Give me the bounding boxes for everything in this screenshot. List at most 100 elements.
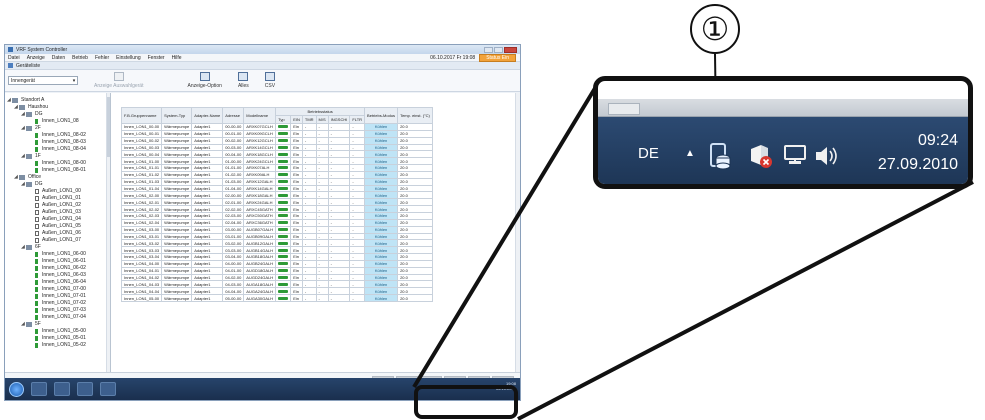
menu-item[interactable]: Anzeige xyxy=(27,55,45,61)
tree-node[interactable]: Außen_LON1_06 xyxy=(5,230,110,237)
tree-node[interactable]: Innen_LON1_06-00 xyxy=(5,251,110,258)
tree-node[interactable]: ◢ Office xyxy=(5,174,110,181)
column-header[interactable]: FLTR xyxy=(349,115,366,124)
taskbar-explorer-icon[interactable] xyxy=(54,382,70,396)
column-header[interactable]: Adapter-Name xyxy=(191,107,224,124)
tree-node[interactable]: ◢ DG xyxy=(5,111,110,118)
table-row[interactable]: Innen_LON1_04-00 Wärmepumpe Adapter1 04-00-… xyxy=(120,259,433,268)
tree-node[interactable]: Innen_LON1_08 xyxy=(5,118,110,125)
taskbar-ie-icon[interactable] xyxy=(31,382,47,396)
tree-node[interactable]: Innen_LON1_08-03 xyxy=(5,139,110,146)
tree-node[interactable]: ◢ Haushou xyxy=(5,104,110,111)
table-row[interactable]: Innen_LON1_00-00 Wärmepumpe Adapter1 00-00-… xyxy=(120,123,433,131)
menu-item[interactable]: Fehler xyxy=(95,55,109,61)
tree-node[interactable]: ◢ 5F xyxy=(5,321,110,328)
column-header[interactable]: TMR xyxy=(301,115,317,124)
tree-node[interactable]: Außen_LON1_07 xyxy=(5,237,110,244)
menu-item[interactable]: Einstellung xyxy=(116,55,140,61)
tree-scrollbar[interactable] xyxy=(106,93,110,372)
tree-node[interactable]: Innen_LON1_06-04 xyxy=(5,279,110,286)
tray-clock[interactable]: 09:24 27.09.2010 xyxy=(878,129,958,177)
tree-node[interactable]: Außen_LON1_03 xyxy=(5,209,110,216)
tree-node[interactable]: Innen_LON1_07-04 xyxy=(5,314,110,321)
menu-item[interactable]: Hilfe xyxy=(172,55,182,61)
minimize-button[interactable] xyxy=(484,46,493,53)
table-row[interactable]: Innen_LON1_04-02 Wärmepumpe Adapter1 04-02-… xyxy=(120,273,433,282)
column-header[interactable]: F.B.Gruppenname xyxy=(120,107,163,124)
table-row[interactable]: Innen_LON1_03-02 Wärmepumpe Adapter1 03-02-… xyxy=(120,239,433,248)
device-type-select[interactable]: Innengerät ▾ xyxy=(8,76,78,85)
menu-item[interactable]: Daten xyxy=(52,55,65,61)
all-button[interactable]: Alles xyxy=(238,72,249,89)
tree-node[interactable]: Außen_LON1_00 xyxy=(5,188,110,195)
close-button[interactable] xyxy=(504,46,517,53)
table-row[interactable]: Innen_LON1_02-00 Wärmepumpe Adapter1 02-00-… xyxy=(120,191,433,200)
column-header[interactable]: Typ xyxy=(275,115,292,124)
tree-node[interactable]: Innen_LON1_06-01 xyxy=(5,258,110,265)
csv-button[interactable]: CSV xyxy=(265,72,275,89)
tree-node[interactable]: ◢ 1F xyxy=(5,153,110,160)
status-button[interactable]: Status Ein xyxy=(479,53,516,62)
table-row[interactable]: Innen_LON1_01-04 Wärmepumpe Adapter1 01-04-… xyxy=(120,184,433,193)
action-center-error-icon[interactable] xyxy=(748,141,774,171)
tree-node[interactable]: ◢ 6F xyxy=(5,244,110,251)
maximize-button[interactable] xyxy=(494,46,503,53)
display-option-button[interactable]: Anzeige-Option xyxy=(187,72,222,89)
tree-node[interactable]: Innen_LON1_08-04 xyxy=(5,146,110,153)
column-header[interactable]: INGSCHI xyxy=(327,115,351,124)
tree-node[interactable]: Innen_LON1_08-00 xyxy=(5,160,110,167)
taskbar-media-icon[interactable] xyxy=(77,382,93,396)
table-row[interactable]: Innen_LON1_00-01 Wärmepumpe Adapter1 00-01-… xyxy=(120,129,433,138)
table-row[interactable]: Innen_LON1_01-02 Wärmepumpe Adapter1 01-02-… xyxy=(120,170,433,179)
table-row[interactable]: Innen_LON1_05-00 Wärmepumpe Adapter1 05-00-… xyxy=(120,294,433,302)
menu-item[interactable]: Datei xyxy=(8,55,20,61)
table-row[interactable]: Innen_LON1_02-03 Wärmepumpe Adapter1 02-03-… xyxy=(120,211,433,220)
table-row[interactable]: Innen_LON1_02-01 Wärmepumpe Adapter1 02-01-… xyxy=(120,198,433,207)
grid-scrollbar[interactable] xyxy=(515,93,520,372)
table-row[interactable]: Innen_LON1_03-04 Wärmepumpe Adapter1 03-04-… xyxy=(120,253,433,261)
table-row[interactable]: Innen_LON1_00-03 Wärmepumpe Adapter1 00-03-… xyxy=(120,143,433,152)
table-row[interactable]: Innen_LON1_04-03 Wärmepumpe Adapter1 04-03-… xyxy=(120,280,433,289)
tree-node[interactable]: Innen_LON1_07-02 xyxy=(5,300,110,307)
column-header[interactable]: Temp. einst. (°C) xyxy=(397,107,433,124)
language-indicator[interactable]: DE xyxy=(638,145,659,162)
tree-node[interactable]: Innen_LON1_07-01 xyxy=(5,293,110,300)
tree-node[interactable]: Außen_LON1_04 xyxy=(5,216,110,223)
menu-item[interactable]: Betrieb xyxy=(72,55,88,61)
table-row[interactable]: Innen_LON1_01-01 Wärmepumpe Adapter1 01-01-… xyxy=(120,164,433,172)
tree-node[interactable]: Innen_LON1_05-02 xyxy=(5,342,110,349)
table-row[interactable]: Innen_LON1_04-04 Wärmepumpe Adapter1 04-04-… xyxy=(120,287,433,296)
column-header[interactable]: M/S xyxy=(315,115,329,124)
table-row[interactable]: Innen_LON1_00-02 Wärmepumpe Adapter1 00-02-… xyxy=(120,136,433,145)
tree-node[interactable]: Außen_LON1_02 xyxy=(5,202,110,209)
table-row[interactable]: Innen_LON1_04-01 Wärmepumpe Adapter1 04-01-… xyxy=(120,266,433,275)
table-row[interactable]: Innen_LON1_03-00 Wärmepumpe Adapter1 03-00-… xyxy=(120,225,433,234)
table-row[interactable]: Innen_LON1_00-04 Wärmepumpe Adapter1 00-04-… xyxy=(120,150,433,159)
tree-node[interactable]: Innen_LON1_07-03 xyxy=(5,307,110,314)
tree-node[interactable]: Innen_LON1_06-03 xyxy=(5,272,110,279)
menu-item[interactable]: Fenster xyxy=(148,55,165,61)
tree-node[interactable]: Innen_LON1_06-02 xyxy=(5,265,110,272)
show-selected-device-button[interactable]: Anzeige Auswahlgerät xyxy=(94,72,143,89)
tree-node[interactable]: Außen_LON1_01 xyxy=(5,195,110,202)
table-row[interactable]: Innen_LON1_01-00 Wärmepumpe Adapter1 01-00-… xyxy=(120,157,433,166)
tree-node[interactable]: ◢ DG xyxy=(5,181,110,188)
table-row[interactable]: Innen_LON1_03-03 Wärmepumpe Adapter1 03-03-… xyxy=(120,246,433,255)
tree-node[interactable]: Innen_LON1_07-00 xyxy=(5,286,110,293)
tree-node[interactable]: Innen_LON1_08-02 xyxy=(5,132,110,139)
column-header[interactable]: EIN xyxy=(290,115,303,124)
column-header[interactable]: Betriebs-Modus xyxy=(364,107,399,124)
table-row[interactable]: Innen_LON1_02-02 Wärmepumpe Adapter1 02-02-… xyxy=(120,205,433,213)
column-header[interactable]: Modellname xyxy=(243,107,277,124)
tree-node[interactable]: ◢ Standort A xyxy=(5,97,110,104)
tree-node[interactable]: Innen_LON1_08-01 xyxy=(5,167,110,174)
table-row[interactable]: Innen_LON1_02-04 Wärmepumpe Adapter1 02-04-… xyxy=(120,218,433,227)
taskbar-app-icon[interactable] xyxy=(100,382,116,396)
volume-icon[interactable] xyxy=(812,141,842,171)
table-row[interactable]: Innen_LON1_03-01 Wärmepumpe Adapter1 03-01-… xyxy=(120,232,433,241)
column-header[interactable]: System-Typ xyxy=(161,107,193,124)
table-row[interactable]: Innen_LON1_01-03 Wärmepumpe Adapter1 01-03-… xyxy=(120,177,433,186)
tree-node[interactable]: Innen_LON1_05-01 xyxy=(5,335,110,342)
vrf-controller-tray-icon[interactable] xyxy=(708,141,734,171)
network-icon[interactable] xyxy=(782,141,808,171)
